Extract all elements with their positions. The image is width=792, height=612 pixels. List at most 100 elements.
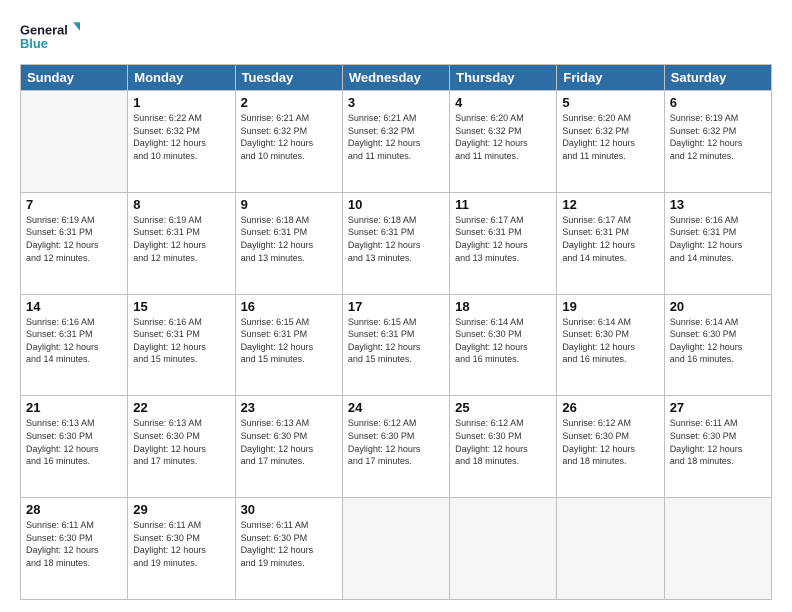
day-number: 19 xyxy=(562,299,658,314)
calendar-cell: 1 Sunrise: 6:22 AMSunset: 6:32 PMDaylight… xyxy=(128,91,235,193)
day-number: 6 xyxy=(670,95,766,110)
day-info: Sunrise: 6:12 AMSunset: 6:30 PMDaylight:… xyxy=(562,417,658,467)
day-info: Sunrise: 6:13 AMSunset: 6:30 PMDaylight:… xyxy=(241,417,337,467)
week-row-3: 14 Sunrise: 6:16 AMSunset: 6:31 PMDayligh… xyxy=(21,294,772,396)
calendar-cell: 24Sunrise: 6:12 AMSunset: 6:30 PMDayligh… xyxy=(342,396,449,498)
day-info: Sunrise: 6:15 AMSunset: 6:31 PMDaylight:… xyxy=(241,316,337,366)
day-number: 4 xyxy=(455,95,551,110)
day-number: 27 xyxy=(670,400,766,415)
day-info: Sunrise: 6:13 AMSunset: 6:30 PMDaylight:… xyxy=(26,417,122,467)
day-number: 11 xyxy=(455,197,551,212)
day-number: 26 xyxy=(562,400,658,415)
calendar-cell xyxy=(664,498,771,600)
day-info: Sunrise: 6:11 AMSunset: 6:30 PMDaylight:… xyxy=(670,417,766,467)
day-number: 25 xyxy=(455,400,551,415)
logo-svg: General Blue xyxy=(20,18,80,54)
day-number: 28 xyxy=(26,502,122,517)
day-info: Sunrise: 6:20 AMSunset: 6:32 PMDaylight:… xyxy=(562,112,658,162)
calendar-cell: 16Sunrise: 6:15 AMSunset: 6:31 PMDayligh… xyxy=(235,294,342,396)
calendar-cell: 7Sunrise: 6:19 AMSunset: 6:31 PMDaylight… xyxy=(21,192,128,294)
calendar-cell: 23 Sunrise: 6:13 AMSunset: 6:30 PMDayligh… xyxy=(235,396,342,498)
day-number: 23 xyxy=(241,400,337,415)
calendar-cell: 3 Sunrise: 6:21 AMSunset: 6:32 PMDaylight… xyxy=(342,91,449,193)
col-header-saturday: Saturday xyxy=(664,65,771,91)
calendar-cell: 10 Sunrise: 6:18 AMSunset: 6:31 PMDayligh… xyxy=(342,192,449,294)
week-row-4: 21Sunrise: 6:13 AMSunset: 6:30 PMDayligh… xyxy=(21,396,772,498)
calendar-cell: 14 Sunrise: 6:16 AMSunset: 6:31 PMDayligh… xyxy=(21,294,128,396)
day-info: Sunrise: 6:11 AMSunset: 6:30 PMDaylight:… xyxy=(241,519,337,569)
calendar-header-row: SundayMondayTuesdayWednesdayThursdayFrid… xyxy=(21,65,772,91)
day-number: 12 xyxy=(562,197,658,212)
week-row-5: 28 Sunrise: 6:11 AMSunset: 6:30 PMDayligh… xyxy=(21,498,772,600)
day-number: 1 xyxy=(133,95,229,110)
day-number: 17 xyxy=(348,299,444,314)
day-info: Sunrise: 6:11 AMSunset: 6:30 PMDaylight:… xyxy=(133,519,229,569)
day-info: Sunrise: 6:17 AMSunset: 6:31 PMDaylight:… xyxy=(455,214,551,264)
day-info: Sunrise: 6:14 AMSunset: 6:30 PMDaylight:… xyxy=(455,316,551,366)
day-number: 8 xyxy=(133,197,229,212)
calendar-cell: 2 Sunrise: 6:21 AMSunset: 6:32 PMDaylight… xyxy=(235,91,342,193)
col-header-monday: Monday xyxy=(128,65,235,91)
day-number: 3 xyxy=(348,95,444,110)
day-info: Sunrise: 6:16 AMSunset: 6:31 PMDaylight:… xyxy=(133,316,229,366)
calendar-cell: 22 Sunrise: 6:13 AMSunset: 6:30 PMDayligh… xyxy=(128,396,235,498)
calendar-cell: 18Sunrise: 6:14 AMSunset: 6:30 PMDayligh… xyxy=(450,294,557,396)
day-number: 22 xyxy=(133,400,229,415)
week-row-1: 1 Sunrise: 6:22 AMSunset: 6:32 PMDaylight… xyxy=(21,91,772,193)
day-info: Sunrise: 6:19 AMSunset: 6:31 PMDaylight:… xyxy=(133,214,229,264)
day-info: Sunrise: 6:13 AMSunset: 6:30 PMDaylight:… xyxy=(133,417,229,467)
day-number: 24 xyxy=(348,400,444,415)
day-info: Sunrise: 6:14 AMSunset: 6:30 PMDaylight:… xyxy=(670,316,766,366)
calendar-cell: 27 Sunrise: 6:11 AMSunset: 6:30 PMDayligh… xyxy=(664,396,771,498)
header: General Blue xyxy=(20,18,772,54)
page: General Blue SundayMondayTuesdayWednesda… xyxy=(0,0,792,612)
day-number: 5 xyxy=(562,95,658,110)
day-number: 20 xyxy=(670,299,766,314)
calendar-cell: 8 Sunrise: 6:19 AMSunset: 6:31 PMDaylight… xyxy=(128,192,235,294)
day-info: Sunrise: 6:21 AMSunset: 6:32 PMDaylight:… xyxy=(241,112,337,162)
day-info: Sunrise: 6:15 AMSunset: 6:31 PMDaylight:… xyxy=(348,316,444,366)
calendar-cell: 25 Sunrise: 6:12 AMSunset: 6:30 PMDayligh… xyxy=(450,396,557,498)
calendar-cell: 19 Sunrise: 6:14 AMSunset: 6:30 PMDayligh… xyxy=(557,294,664,396)
col-header-thursday: Thursday xyxy=(450,65,557,91)
svg-text:General: General xyxy=(20,22,68,37)
day-info: Sunrise: 6:11 AMSunset: 6:30 PMDaylight:… xyxy=(26,519,122,569)
day-info: Sunrise: 6:16 AMSunset: 6:31 PMDaylight:… xyxy=(26,316,122,366)
day-number: 29 xyxy=(133,502,229,517)
day-info: Sunrise: 6:19 AMSunset: 6:31 PMDaylight:… xyxy=(26,214,122,264)
day-number: 14 xyxy=(26,299,122,314)
col-header-tuesday: Tuesday xyxy=(235,65,342,91)
day-info: Sunrise: 6:20 AMSunset: 6:32 PMDaylight:… xyxy=(455,112,551,162)
day-info: Sunrise: 6:21 AMSunset: 6:32 PMDaylight:… xyxy=(348,112,444,162)
col-header-wednesday: Wednesday xyxy=(342,65,449,91)
week-row-2: 7Sunrise: 6:19 AMSunset: 6:31 PMDaylight… xyxy=(21,192,772,294)
calendar-cell: 28 Sunrise: 6:11 AMSunset: 6:30 PMDayligh… xyxy=(21,498,128,600)
day-number: 2 xyxy=(241,95,337,110)
day-number: 13 xyxy=(670,197,766,212)
calendar-cell: 12Sunrise: 6:17 AMSunset: 6:31 PMDayligh… xyxy=(557,192,664,294)
day-number: 9 xyxy=(241,197,337,212)
calendar-cell: 9 Sunrise: 6:18 AMSunset: 6:31 PMDaylight… xyxy=(235,192,342,294)
calendar-cell: 4 Sunrise: 6:20 AMSunset: 6:32 PMDaylight… xyxy=(450,91,557,193)
calendar-cell: 11 Sunrise: 6:17 AMSunset: 6:31 PMDayligh… xyxy=(450,192,557,294)
day-info: Sunrise: 6:18 AMSunset: 6:31 PMDaylight:… xyxy=(348,214,444,264)
day-info: Sunrise: 6:12 AMSunset: 6:30 PMDaylight:… xyxy=(455,417,551,467)
day-info: Sunrise: 6:18 AMSunset: 6:31 PMDaylight:… xyxy=(241,214,337,264)
col-header-sunday: Sunday xyxy=(21,65,128,91)
svg-text:Blue: Blue xyxy=(20,36,48,51)
day-info: Sunrise: 6:14 AMSunset: 6:30 PMDaylight:… xyxy=(562,316,658,366)
calendar-cell: 26 Sunrise: 6:12 AMSunset: 6:30 PMDayligh… xyxy=(557,396,664,498)
calendar-cell: 21Sunrise: 6:13 AMSunset: 6:30 PMDayligh… xyxy=(21,396,128,498)
day-info: Sunrise: 6:22 AMSunset: 6:32 PMDaylight:… xyxy=(133,112,229,162)
calendar-cell: 6Sunrise: 6:19 AMSunset: 6:32 PMDaylight… xyxy=(664,91,771,193)
logo: General Blue xyxy=(20,18,80,54)
calendar: SundayMondayTuesdayWednesdayThursdayFrid… xyxy=(20,64,772,600)
calendar-cell xyxy=(557,498,664,600)
calendar-cell: 20 Sunrise: 6:14 AMSunset: 6:30 PMDayligh… xyxy=(664,294,771,396)
calendar-cell: 15Sunrise: 6:16 AMSunset: 6:31 PMDayligh… xyxy=(128,294,235,396)
day-number: 10 xyxy=(348,197,444,212)
calendar-cell: 30Sunrise: 6:11 AMSunset: 6:30 PMDayligh… xyxy=(235,498,342,600)
calendar-cell: 5 Sunrise: 6:20 AMSunset: 6:32 PMDaylight… xyxy=(557,91,664,193)
calendar-cell xyxy=(21,91,128,193)
calendar-cell: 17 Sunrise: 6:15 AMSunset: 6:31 PMDayligh… xyxy=(342,294,449,396)
